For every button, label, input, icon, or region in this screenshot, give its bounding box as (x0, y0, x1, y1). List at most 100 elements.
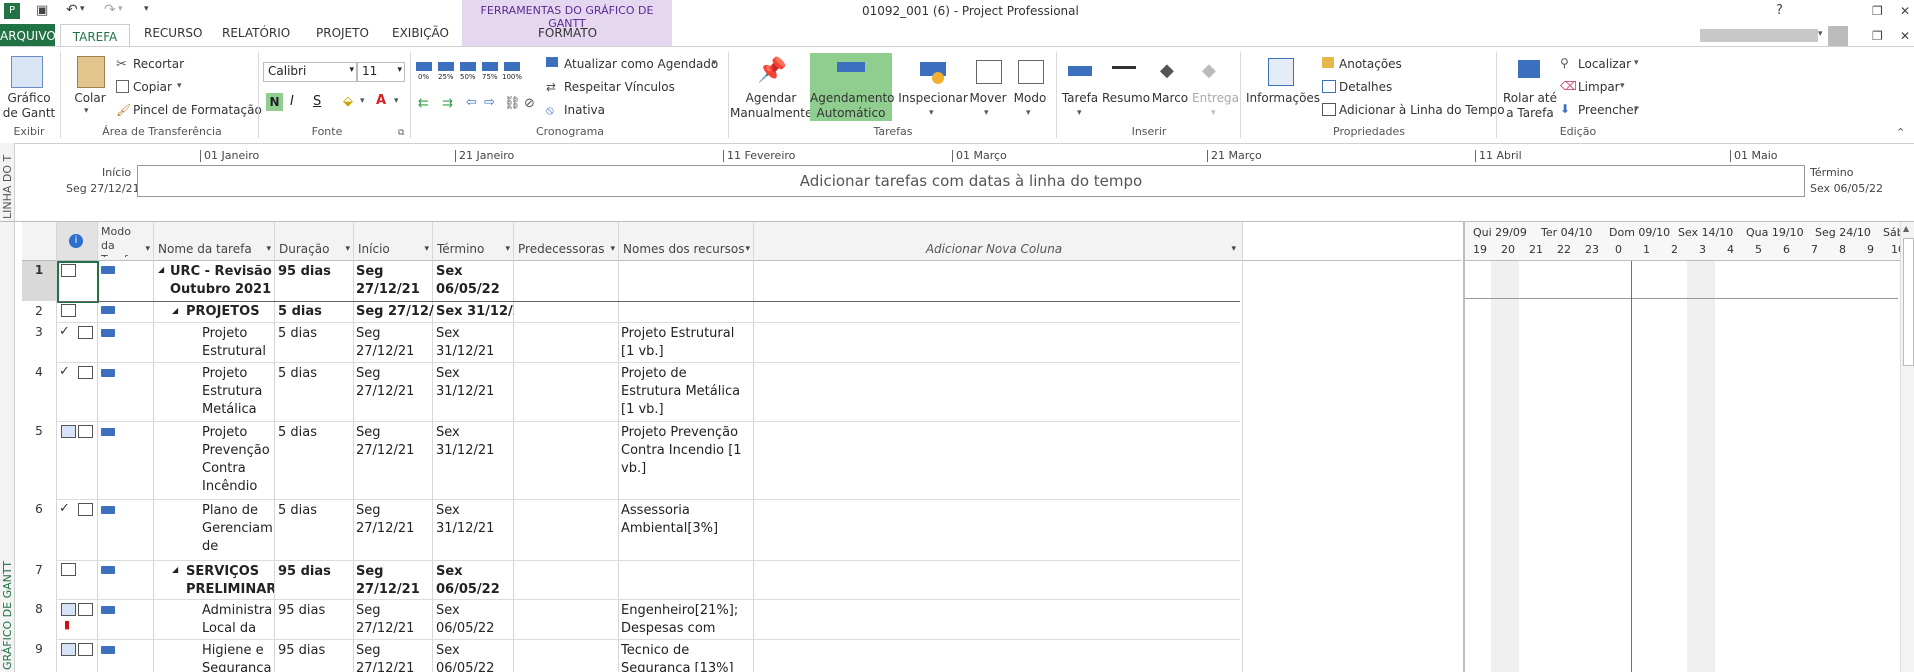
task-duration[interactable]: 95 dias (278, 642, 325, 660)
task-finish[interactable]: Sex 31/12/21 (436, 303, 514, 321)
task-resources[interactable]: Assessoria Ambiental[3%] (621, 502, 751, 538)
notes-indicator-icon[interactable] (78, 503, 93, 516)
summary-button[interactable]: Resumo (1102, 91, 1150, 106)
task-name[interactable]: URC - Revisão Outubro 2021 (170, 263, 272, 299)
task-start[interactable]: Seg 27/12/21 (356, 263, 432, 299)
notes-indicator-icon[interactable] (78, 366, 93, 379)
task-name[interactable]: Projeto Estrutural (202, 325, 274, 361)
task-duration[interactable]: 95 dias (278, 263, 331, 281)
scroll-to-task-button[interactable]: Rolar até a Tarefa (1500, 91, 1560, 121)
tab-report[interactable]: RELATÓRIO (222, 26, 290, 40)
redo-icon[interactable]: ↷ (104, 2, 116, 18)
fill-dropdown-icon[interactable]: ▾ (1634, 104, 1639, 114)
deliverable-button[interactable]: Entrega (1192, 91, 1239, 106)
insert-task-button[interactable]: Tarefa (1060, 91, 1100, 106)
collapse-icon[interactable]: ◢ (172, 306, 178, 315)
italic-button[interactable]: I (290, 94, 294, 109)
name-filter-icon[interactable]: ▾ (266, 244, 271, 254)
task-name[interactable]: PROJETOS (186, 303, 274, 321)
indicators-header[interactable]: i (57, 222, 98, 261)
font-color-icon[interactable]: A (376, 93, 386, 108)
resources-filter-icon[interactable]: ▾ (745, 244, 750, 254)
copy-button[interactable]: Copiar (133, 80, 172, 94)
notes-indicator-icon[interactable] (78, 326, 93, 339)
move-dropdown-icon[interactable]: ▾ (984, 108, 989, 118)
font-family-select[interactable]: Calibri ▾ (263, 62, 357, 82)
timeline-bar[interactable]: Adicionar tarefas com datas à linha do t… (137, 165, 1805, 197)
unlink-icon[interactable]: ⊘ (524, 96, 535, 111)
task-start[interactable]: Seg 27/12/21 (356, 365, 432, 401)
undo-icon[interactable]: ↶ (66, 2, 78, 18)
gantt-chart-area[interactable] (1463, 261, 1900, 672)
underline-button[interactable]: S (313, 94, 321, 109)
information-button[interactable]: Informações (1246, 91, 1320, 106)
add-column-header[interactable]: Adicionar Nova Coluna ▾ (754, 222, 1243, 261)
task-name[interactable]: SERVIÇOS PRELIMINARE (186, 563, 274, 599)
task-duration[interactable]: 95 dias (278, 563, 331, 581)
task-start[interactable]: Seg 27/12/21 (356, 325, 432, 361)
tab-file[interactable]: ARQUIVO (0, 24, 56, 48)
bold-button[interactable]: N (266, 93, 283, 111)
vertical-scrollbar[interactable]: ▲ (1900, 222, 1914, 672)
tab-view[interactable]: EXIBIÇÃO (392, 26, 449, 40)
clear-dropdown-icon[interactable]: ▾ (1620, 81, 1625, 91)
highlight-color-icon[interactable]: ⬙ (343, 94, 353, 109)
font-color-dropdown-icon[interactable]: ▾ (394, 96, 399, 106)
calendar-indicator-icon[interactable] (61, 425, 76, 438)
task-finish[interactable]: Sex 06/05/22 (436, 602, 512, 638)
pct-25-icon[interactable] (438, 62, 454, 71)
pct-50-icon[interactable] (460, 62, 476, 71)
task-name[interactable]: Higiene e Segurança (202, 642, 274, 672)
clear-button[interactable]: Limpar (1578, 80, 1620, 94)
format-painter-button[interactable]: Pincel de Formatação (133, 103, 262, 117)
task-duration[interactable]: 5 dias (278, 502, 317, 520)
update-as-scheduled-button[interactable]: Atualizar como Agendado (564, 57, 718, 71)
task-start[interactable]: Seg 27/12/21 (356, 502, 432, 538)
task-finish[interactable]: Sex 06/05/22 (436, 563, 512, 599)
notes-button[interactable]: Anotações (1339, 57, 1402, 71)
select-all-corner[interactable] (22, 222, 57, 261)
avatar[interactable] (1828, 26, 1848, 46)
collapse-icon[interactable]: ◢ (172, 565, 178, 574)
mode-button[interactable]: Modo (1010, 91, 1050, 106)
add-column-dropdown-icon[interactable]: ▾ (1231, 244, 1236, 254)
task-finish[interactable]: Sex 06/05/22 (436, 263, 512, 299)
find-dropdown-icon[interactable]: ▾ (1634, 58, 1639, 68)
account-dropdown-icon[interactable]: ▾ (1818, 29, 1823, 39)
add-to-timeline-button[interactable]: Adicionar à Linha do Tempo (1339, 103, 1505, 117)
start-filter-icon[interactable]: ▾ (424, 244, 429, 254)
finish-column-header[interactable]: Término ▾ (433, 222, 514, 261)
task-duration[interactable]: 5 dias (278, 365, 317, 383)
manual-schedule-button[interactable]: Agendar Manualmente (730, 91, 812, 121)
task-finish[interactable]: Sex 31/12/21 (436, 424, 512, 460)
task-resources[interactable]: Tecnico de Segurança [13%] (621, 642, 751, 672)
pct-100-icon[interactable] (504, 62, 520, 71)
task-duration[interactable]: 5 dias (278, 325, 317, 343)
respect-links-button[interactable]: Respeitar Vínculos (564, 80, 675, 94)
auto-schedule-button[interactable]: Agendamento Automático (810, 91, 895, 121)
task-finish[interactable]: Sex 31/12/21 (436, 325, 512, 361)
tab-resource[interactable]: RECURSO (144, 26, 202, 40)
inspect-button[interactable]: Inspecionar (898, 91, 968, 106)
predecessors-column-header[interactable]: Predecessoras ▾ (514, 222, 619, 261)
scroll-up-icon[interactable]: ▲ (1903, 224, 1909, 233)
task-duration[interactable]: 5 dias (278, 424, 317, 442)
tab-project[interactable]: PROJETO (316, 26, 369, 40)
calendar-indicator-icon[interactable] (61, 603, 76, 616)
update-dropdown-icon[interactable]: ▾ (712, 58, 717, 68)
task-start[interactable]: Seg 27/12/21 (356, 424, 432, 460)
task-start[interactable]: Seg 27/12/21 (356, 563, 432, 599)
notes-indicator-icon[interactable] (61, 563, 76, 576)
notes-indicator-icon[interactable] (78, 643, 93, 656)
task-duration[interactable]: 95 dias (278, 602, 325, 620)
mode-column-header[interactable]: Modo da Tarefa ▾ (98, 222, 154, 261)
paste-dropdown-icon[interactable]: ▾ (84, 106, 89, 116)
paste-button[interactable]: Colar (70, 91, 110, 106)
scrollbar-thumb[interactable] (1903, 238, 1914, 366)
details-button[interactable]: Detalhes (1339, 80, 1392, 94)
predecessors-filter-icon[interactable]: ▾ (610, 244, 615, 254)
deliverable-dropdown-icon[interactable]: ▾ (1211, 108, 1216, 118)
gantt-chart-button[interactable]: Gráfico de Gantt (0, 91, 58, 121)
move-button[interactable]: Mover (968, 91, 1008, 106)
tab-format[interactable]: FORMATO (538, 26, 597, 40)
